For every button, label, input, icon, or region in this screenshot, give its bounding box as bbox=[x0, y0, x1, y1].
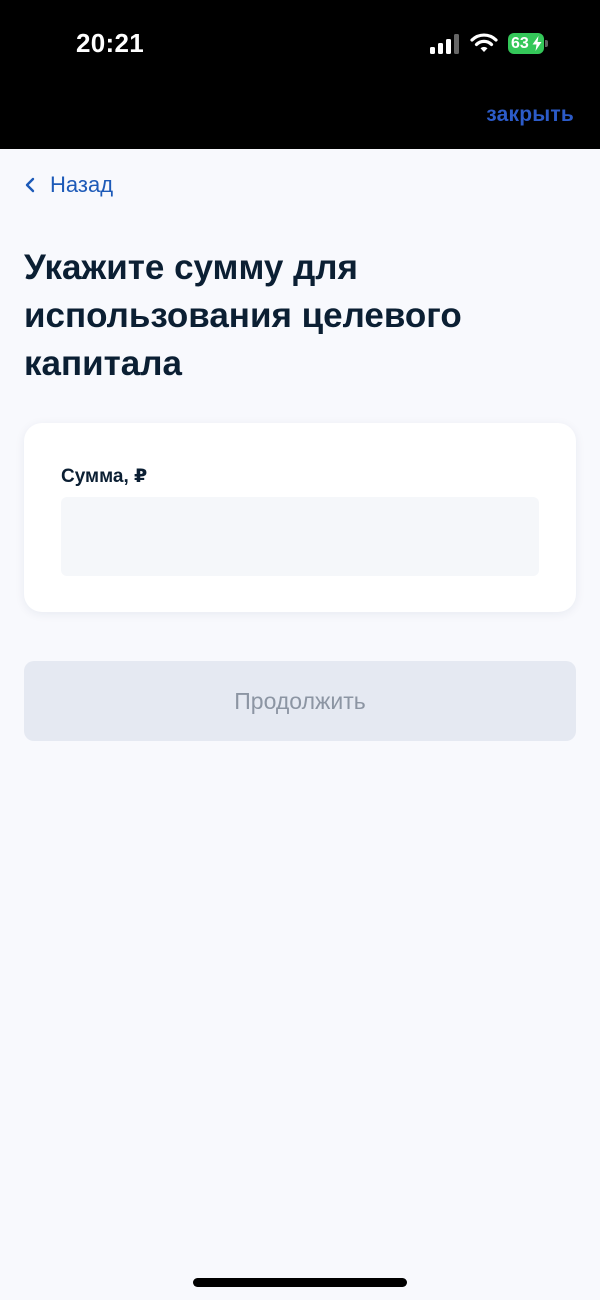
wifi-icon bbox=[470, 33, 498, 52]
back-link-label: Назад bbox=[50, 172, 114, 197]
amount-card: Сумма, ₽ bbox=[24, 423, 576, 612]
battery-level: 63 bbox=[511, 35, 529, 52]
status-time: 20:21 bbox=[76, 28, 144, 58]
battery-icon: 63 bbox=[508, 33, 544, 54]
close-link[interactable]: закрыть bbox=[486, 103, 574, 127]
page-title: Укажите сумму для использования целевого… bbox=[24, 248, 462, 383]
continue-button[interactable]: Продолжить bbox=[24, 661, 576, 741]
amount-input[interactable] bbox=[61, 497, 539, 576]
amount-field-label: Сумма, ₽ bbox=[61, 466, 148, 487]
cellular-signal-icon bbox=[430, 34, 460, 54]
home-indicator bbox=[193, 1278, 407, 1287]
charging-bolt-icon bbox=[532, 36, 542, 51]
chevron-left-icon bbox=[25, 177, 35, 193]
top-bar: 20:21 63 закрыть bbox=[0, 0, 600, 149]
battery-cap bbox=[545, 40, 548, 47]
back-link[interactable]: Назад bbox=[24, 172, 113, 198]
